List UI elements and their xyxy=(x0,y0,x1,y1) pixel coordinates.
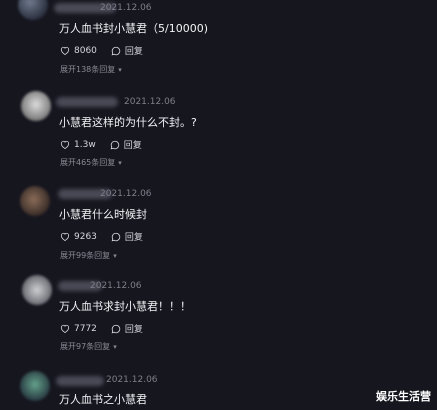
comment-actions: 8060 回复 xyxy=(60,44,157,57)
chevron-down-icon: ▾ xyxy=(113,251,117,260)
avatar[interactable] xyxy=(21,91,51,121)
username-blurred[interactable] xyxy=(56,97,118,107)
expand-replies-button[interactable]: 展开97条回复 ▾ xyxy=(60,341,117,352)
avatar[interactable] xyxy=(20,186,50,216)
expand-replies-button[interactable]: 展开138条回复 ▾ xyxy=(60,64,122,75)
avatar[interactable] xyxy=(20,371,50,401)
comment-text: 小慧君这样的为什么不封。? xyxy=(59,116,197,129)
heart-icon xyxy=(60,46,70,55)
comment-text: 万人血书之小慧君 xyxy=(59,393,147,406)
username-blurred[interactable] xyxy=(56,376,104,386)
heart-icon xyxy=(60,232,70,241)
comment-actions: 9263 回复 xyxy=(60,230,157,243)
expand-replies-label: 展开99条回复 xyxy=(60,251,111,260)
chevron-down-icon: ▾ xyxy=(113,342,117,351)
watermark: 娱乐生活营 xyxy=(376,390,431,403)
expand-replies-button[interactable]: 展开465条回复 ▾ xyxy=(60,157,122,168)
comment-actions: 7772 回复 xyxy=(60,322,157,335)
comment-date: 2021.12.06 xyxy=(100,189,152,199)
comment-date: 2021.12.06 xyxy=(106,375,158,385)
like-button[interactable]: 1.3w xyxy=(60,140,96,150)
reply-label: 回复 xyxy=(123,141,142,151)
like-button[interactable]: 7772 xyxy=(60,324,97,334)
expand-replies-label: 展开97条回复 xyxy=(60,342,111,351)
heart-icon xyxy=(60,324,70,333)
chevron-down-icon: ▾ xyxy=(118,158,122,167)
chat-bubble-icon xyxy=(110,140,119,149)
like-count: 1.3w xyxy=(74,139,96,150)
reply-button[interactable]: 回复 xyxy=(110,138,142,151)
expand-replies-label: 展开138条回复 xyxy=(60,65,116,74)
comment-actions: 1.3w 回复 xyxy=(60,138,156,151)
like-count: 8060 xyxy=(74,45,97,56)
chat-bubble-icon xyxy=(111,324,121,333)
avatar[interactable] xyxy=(18,0,48,20)
reply-label: 回复 xyxy=(124,325,143,335)
comment-date: 2021.12.06 xyxy=(124,97,176,107)
chat-bubble-icon xyxy=(111,232,121,241)
comment-text: 小慧君什么时候封 xyxy=(59,208,147,221)
comment-text: 万人血书求封小慧君！！！ xyxy=(59,300,191,313)
heart-icon xyxy=(60,140,70,149)
like-count: 7772 xyxy=(74,323,97,334)
reply-button[interactable]: 回复 xyxy=(111,322,143,335)
chevron-down-icon: ▾ xyxy=(118,65,122,74)
expand-replies-button[interactable]: 展开99条回复 ▾ xyxy=(60,250,117,261)
chat-bubble-icon xyxy=(111,46,121,55)
comment-date: 2021.12.06 xyxy=(100,3,152,13)
like-count: 9263 xyxy=(74,231,97,242)
reply-button[interactable]: 回复 xyxy=(111,230,143,243)
reply-label: 回复 xyxy=(124,233,143,243)
expand-replies-label: 展开465条回复 xyxy=(60,158,116,167)
like-button[interactable]: 9263 xyxy=(60,232,97,242)
like-button[interactable]: 8060 xyxy=(60,46,97,56)
reply-label: 回复 xyxy=(124,47,143,57)
comment-text: 万人血书封小慧君（5/10000) xyxy=(59,22,208,35)
reply-button[interactable]: 回复 xyxy=(111,44,143,57)
avatar[interactable] xyxy=(22,275,52,305)
comment-date: 2021.12.06 xyxy=(90,281,142,291)
